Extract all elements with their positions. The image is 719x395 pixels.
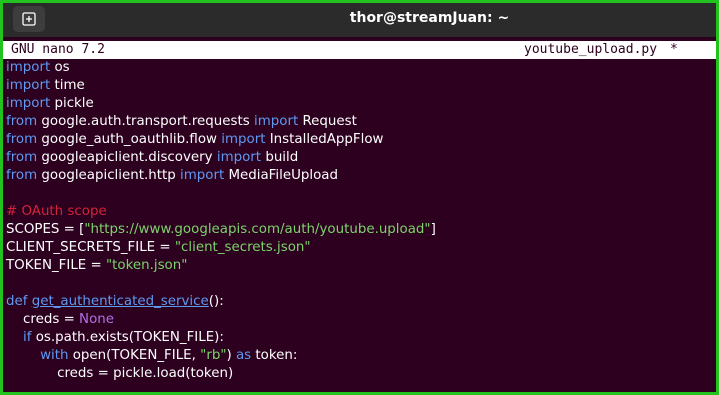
nano-header-bar: GNU nano 7.2 youtube_upload.py * bbox=[3, 41, 716, 59]
title-bar: thor@streamJuan: ~ bbox=[3, 3, 716, 37]
code-token: (): bbox=[208, 294, 224, 309]
code-token: from bbox=[6, 114, 38, 129]
code-token: InstalledAppFlow bbox=[265, 132, 384, 147]
code-line: with open(TOKEN_FILE, "rb") as token: bbox=[6, 347, 712, 365]
code-token: google.auth.transport.requests bbox=[37, 114, 254, 129]
code-token: os bbox=[50, 60, 70, 75]
code-token: CLIENT_SECRETS_FILE = bbox=[6, 240, 175, 255]
code-token: import bbox=[216, 150, 262, 165]
code-token: import bbox=[221, 132, 266, 147]
code-token: SCOPES = [ bbox=[6, 222, 85, 237]
terminal-window: thor@streamJuan: ~ GNU nano 7.2 youtube_… bbox=[3, 3, 716, 392]
code-token: from bbox=[6, 132, 38, 147]
code-token: "rb" bbox=[200, 348, 227, 363]
code-line: if os.path.exists(TOKEN_FILE): bbox=[6, 329, 712, 347]
code-token: pickle bbox=[50, 96, 94, 111]
code-token: ) bbox=[226, 348, 236, 363]
code-line: creds = None bbox=[6, 311, 712, 329]
code-token: googleapiclient.http bbox=[37, 168, 180, 183]
code-token: import bbox=[6, 60, 51, 75]
code-token: creds = bbox=[6, 312, 80, 327]
code-token: creds = pickle.load(token) bbox=[6, 366, 234, 381]
code-token: google_auth_oauthlib.flow bbox=[37, 132, 222, 147]
code-line: TOKEN_FILE = "token.json" bbox=[6, 257, 712, 275]
code-token: googleapiclient.discovery bbox=[37, 150, 217, 165]
code-line: creds = pickle.load(token) bbox=[6, 365, 712, 383]
code-line: from google.auth.transport.requests impo… bbox=[6, 113, 712, 131]
code-line: import time bbox=[6, 77, 712, 95]
code-token: "client_secrets.json" bbox=[174, 240, 311, 255]
code-line: # OAuth scope bbox=[6, 203, 712, 221]
code-token: import bbox=[6, 96, 51, 111]
code-token: os.path.exists(TOKEN_FILE): bbox=[31, 330, 224, 345]
code-token: with bbox=[40, 348, 69, 363]
code-token: as bbox=[235, 348, 252, 363]
code-line: from googleapiclient.discovery import bu… bbox=[6, 149, 712, 167]
code-line: from googleapiclient.http import MediaFi… bbox=[6, 167, 712, 185]
code-token: def bbox=[6, 294, 28, 309]
code-token: "token.json" bbox=[105, 258, 188, 273]
window-title: thor@streamJuan: ~ bbox=[349, 10, 510, 26]
code-line: import os bbox=[6, 59, 712, 77]
code-token: import bbox=[253, 114, 299, 129]
nano-version: GNU nano 7.2 bbox=[11, 42, 105, 57]
code-token: ] bbox=[430, 222, 436, 237]
code-token: token: bbox=[251, 348, 298, 363]
code-line: CLIENT_SECRETS_FILE = "client_secrets.js… bbox=[6, 239, 712, 257]
code-line: from google_auth_oauthlib.flow import In… bbox=[6, 131, 712, 149]
code-token: # OAuth scope bbox=[6, 204, 107, 219]
code-token: MediaFileUpload bbox=[224, 168, 339, 183]
code-token: from bbox=[6, 150, 38, 165]
code-token: TOKEN_FILE = bbox=[6, 258, 106, 273]
code-line: def get_authenticated_service(): bbox=[6, 293, 712, 311]
code-token: get_authenticated_service bbox=[31, 294, 209, 309]
code-line: import pickle bbox=[6, 95, 712, 113]
code-token: build bbox=[261, 150, 299, 165]
code-line: SCOPES = ["https://www.googleapis.com/au… bbox=[6, 221, 712, 239]
code-token: Request bbox=[298, 114, 357, 129]
code-editor[interactable]: import os import time import pickle from go… bbox=[6, 59, 712, 392]
code-token: None bbox=[79, 312, 114, 327]
nano-filename: youtube_upload.py bbox=[524, 42, 658, 57]
code-token: import bbox=[179, 168, 225, 183]
code-token: time bbox=[50, 78, 85, 93]
code-token: "https://www.googleapis.com/auth/youtube… bbox=[84, 222, 431, 237]
nano-modified-marker: * bbox=[670, 42, 678, 57]
code-token: import bbox=[6, 78, 51, 93]
code-token: open(TOKEN_FILE, bbox=[68, 348, 201, 363]
code-token: from bbox=[6, 168, 38, 183]
